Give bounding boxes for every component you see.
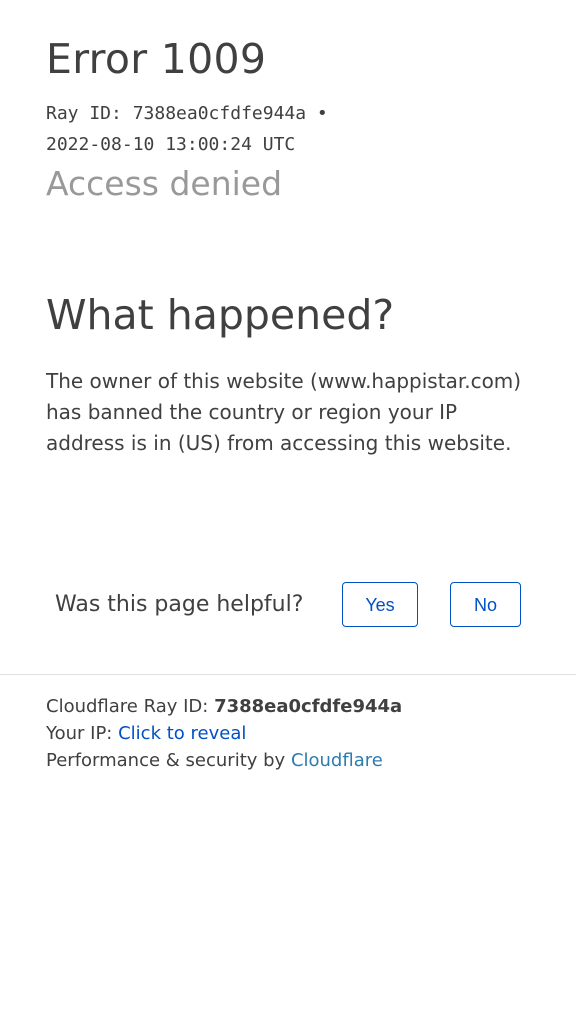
footer-ip-label: Your IP:	[46, 723, 119, 744]
error-subtitle: Access denied	[46, 164, 283, 203]
footer-ray-value: 7388ea0cfdfe944a	[214, 696, 403, 717]
cloudflare-link[interactable]: Cloudflare	[291, 750, 383, 771]
footer-ray-id: Cloudflare Ray ID: 7388ea0cfdfe944a	[46, 693, 546, 720]
feedback-question: Was this page helpful?	[55, 592, 304, 617]
footer-performance: Performance & security by Cloudflare	[46, 747, 546, 774]
what-happened-heading: What happened?	[46, 291, 395, 339]
what-happened-section: What happened? The owner of this website…	[46, 288, 526, 459]
ray-id-timestamp: Ray ID: 7388ea0cfdfe944a • 2022-08-10 13…	[46, 103, 328, 155]
footer-your-ip: Your IP: Click to reveal	[46, 720, 546, 747]
feedback-yes-button[interactable]: Yes	[342, 582, 418, 627]
feedback-no-button[interactable]: No	[450, 582, 521, 627]
reveal-ip-link[interactable]: Click to reveal	[118, 723, 246, 744]
footer-ray-label: Cloudflare Ray ID:	[46, 696, 215, 717]
footer-perf-label: Performance & security by	[46, 750, 291, 771]
footer: Cloudflare Ray ID: 7388ea0cfdfe944a Your…	[46, 693, 546, 774]
footer-divider	[0, 674, 576, 675]
error-title: Error 1009	[46, 35, 267, 83]
feedback-section: Was this page helpful? Yes No	[55, 582, 535, 629]
what-happened-text: The owner of this website (www.happistar…	[46, 369, 522, 455]
error-header: Error 1009 Ray ID: 7388ea0cfdfe944a • 20…	[46, 30, 546, 204]
